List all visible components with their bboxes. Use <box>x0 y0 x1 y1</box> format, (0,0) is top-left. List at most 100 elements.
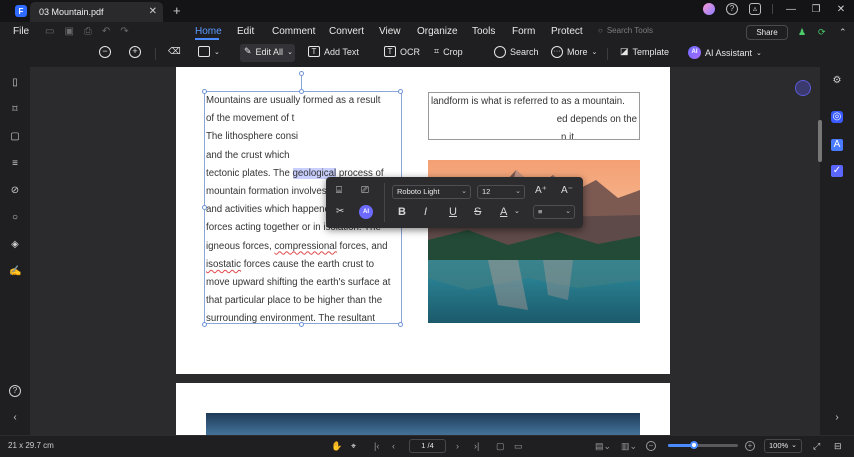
zoom-in-button[interactable]: + <box>129 46 141 58</box>
first-page-icon[interactable]: |‹ <box>374 441 379 451</box>
undo-icon[interactable]: ↶ <box>102 26 110 37</box>
more-button[interactable]: ··· More ⌄ <box>551 46 597 58</box>
save-icon[interactable]: ▣ <box>64 26 73 37</box>
eraser-button[interactable]: ⌫ <box>168 46 181 57</box>
document-tab[interactable]: 03 Mountain.pdf ✕ <box>30 2 163 22</box>
italic-button[interactable]: I <box>424 206 427 218</box>
alignment-select[interactable]: ≡ ⌄ <box>533 205 575 219</box>
zoom-out-button[interactable]: − <box>99 46 111 58</box>
properties-icon[interactable]: ⚙ <box>831 75 843 87</box>
menu-view[interactable]: View <box>379 26 401 37</box>
fullscreen-icon[interactable]: ⤢ <box>813 441 820 452</box>
close-window-button[interactable]: ✕ <box>834 4 848 15</box>
menu-home[interactable]: Home <box>195 26 222 37</box>
collapse-left-icon[interactable]: ‹ <box>9 412 21 424</box>
right-text-box[interactable]: landform is what is referred to as a mou… <box>428 92 640 140</box>
ai-format-icon[interactable]: AI <box>359 205 373 219</box>
ocr-button[interactable]: T OCR <box>384 46 420 57</box>
expand-right-icon[interactable]: › <box>831 412 843 424</box>
menu-form[interactable]: Form <box>512 26 535 37</box>
page-layout-icon[interactable]: ▤⌄ <box>595 441 611 452</box>
eraser-icon: ⌫ <box>168 46 181 56</box>
redo-icon[interactable]: ↷ <box>120 26 128 37</box>
fit-width-icon[interactable]: ▭ <box>514 441 523 452</box>
menu-bar: File ▭ ▣ ⎙ ↶ ↷ Home Edit Comment Convert… <box>0 22 854 42</box>
new-tab-button[interactable]: + <box>173 3 181 18</box>
new-file-icon[interactable]: ▭ <box>45 26 54 37</box>
menu-organize[interactable]: Organize <box>417 26 458 37</box>
search-tools-field[interactable]: ○ Search Tools <box>598 26 653 35</box>
menu-edit[interactable]: Edit <box>237 26 254 37</box>
last-page-icon[interactable]: ›| <box>474 441 479 451</box>
zoom-out-status-icon[interactable]: − <box>646 441 656 451</box>
add-text-button[interactable]: T Add Text <box>308 46 359 57</box>
reading-mode-icon[interactable]: ▥⌄ <box>621 441 637 452</box>
signature-icon[interactable]: ✍ <box>9 266 21 278</box>
cloud-sync-icon[interactable]: ⟳ <box>818 27 826 38</box>
resize-handle[interactable] <box>397 88 403 94</box>
select-tool-icon[interactable]: ⌖ <box>351 441 356 452</box>
resize-handle[interactable] <box>397 321 403 327</box>
strikethrough-button[interactable]: S <box>474 206 481 218</box>
add-text-icon: T <box>308 46 320 57</box>
page-number-input[interactable]: 1 /4 <box>409 439 446 453</box>
layers-list-icon[interactable]: ≡ <box>9 158 21 170</box>
edit-all-button[interactable]: ✎ Edit All ⌄ <box>244 46 293 57</box>
search-button[interactable]: Search <box>494 46 539 58</box>
underline-button[interactable]: U <box>449 206 457 218</box>
crop-button[interactable]: ⌗ Crop <box>434 46 463 57</box>
comment-icon[interactable]: ▢ <box>9 131 21 143</box>
menu-comment[interactable]: Comment <box>272 26 315 37</box>
collapse-ribbon-icon[interactable]: ⌃ <box>839 27 847 38</box>
bold-button[interactable]: B <box>398 206 406 218</box>
decrease-font-icon[interactable]: A⁻ <box>561 185 573 196</box>
paragraph-icon[interactable]: ⌸ <box>336 185 342 196</box>
document-viewport[interactable]: Mountains are usually formed as a result… <box>30 67 820 435</box>
zoom-slider[interactable] <box>668 441 738 449</box>
ai-chat-icon[interactable]: ◎ <box>831 111 843 123</box>
font-size-select[interactable]: 12 ⌄ <box>477 185 525 199</box>
bookmark-icon[interactable]: ⌑ <box>9 104 21 116</box>
template-button[interactable]: ◪ Template <box>620 46 669 57</box>
user-avatar[interactable] <box>703 3 715 15</box>
translate-icon[interactable]: A <box>831 139 843 151</box>
zoom-level-select[interactable]: 100% ⌄ <box>764 439 802 453</box>
share-button[interactable]: Share <box>746 25 788 40</box>
toolbar-divider <box>607 48 608 60</box>
layers-icon[interactable]: ◈ <box>9 239 21 251</box>
tab-close-icon[interactable]: ✕ <box>149 6 157 17</box>
shield-check-icon[interactable]: ✓ <box>831 165 843 177</box>
hand-tool-icon[interactable]: ✋ <box>331 441 342 452</box>
font-family-select[interactable]: Roboto Light ⌄ <box>392 185 471 199</box>
collapse-panel-icon[interactable]: ⊟ <box>834 441 842 452</box>
help-sidebar-icon[interactable]: ? <box>9 385 21 397</box>
starry-sky-photo[interactable] <box>206 413 640 435</box>
font-color-button[interactable]: A <box>500 206 507 218</box>
search-sidebar-icon[interactable]: ○ <box>9 212 21 224</box>
shape-button[interactable]: ⌄ <box>198 46 220 57</box>
collaborate-icon[interactable]: ♟ <box>798 27 806 38</box>
maximize-button[interactable]: ❐ <box>809 4 823 15</box>
zoom-slider-knob[interactable] <box>689 441 698 449</box>
menu-file[interactable]: File <box>13 26 29 37</box>
zoom-in-status-icon[interactable]: + <box>745 441 755 451</box>
print-icon[interactable]: ⎙ <box>84 26 92 37</box>
clear-format-icon[interactable]: ⎚ <box>361 185 369 196</box>
notification-bell-icon[interactable]: ▵ <box>749 3 761 15</box>
fit-page-icon[interactable]: ▢ <box>496 441 505 452</box>
menu-tools[interactable]: Tools <box>472 26 495 37</box>
cut-icon[interactable]: ✂ <box>336 206 344 217</box>
thumbnails-icon[interactable]: ▯ <box>9 77 21 89</box>
text-line: landform is what is referred to as a mou… <box>431 96 625 107</box>
ai-floating-button[interactable] <box>795 80 811 96</box>
prev-page-icon[interactable]: ‹ <box>392 441 395 451</box>
menu-convert[interactable]: Convert <box>329 26 364 37</box>
minimize-button[interactable]: — <box>784 4 798 15</box>
next-page-icon[interactable]: › <box>456 441 459 451</box>
ai-assistant-button[interactable]: AI AI Assistant ⌄ <box>688 46 762 59</box>
help-icon[interactable]: ? <box>726 3 738 15</box>
increase-font-icon[interactable]: A⁺ <box>535 185 547 196</box>
attachment-icon[interactable]: ⊘ <box>9 185 21 197</box>
menu-protect[interactable]: Protect <box>551 26 583 37</box>
align-left-icon: ≡ <box>538 207 543 216</box>
